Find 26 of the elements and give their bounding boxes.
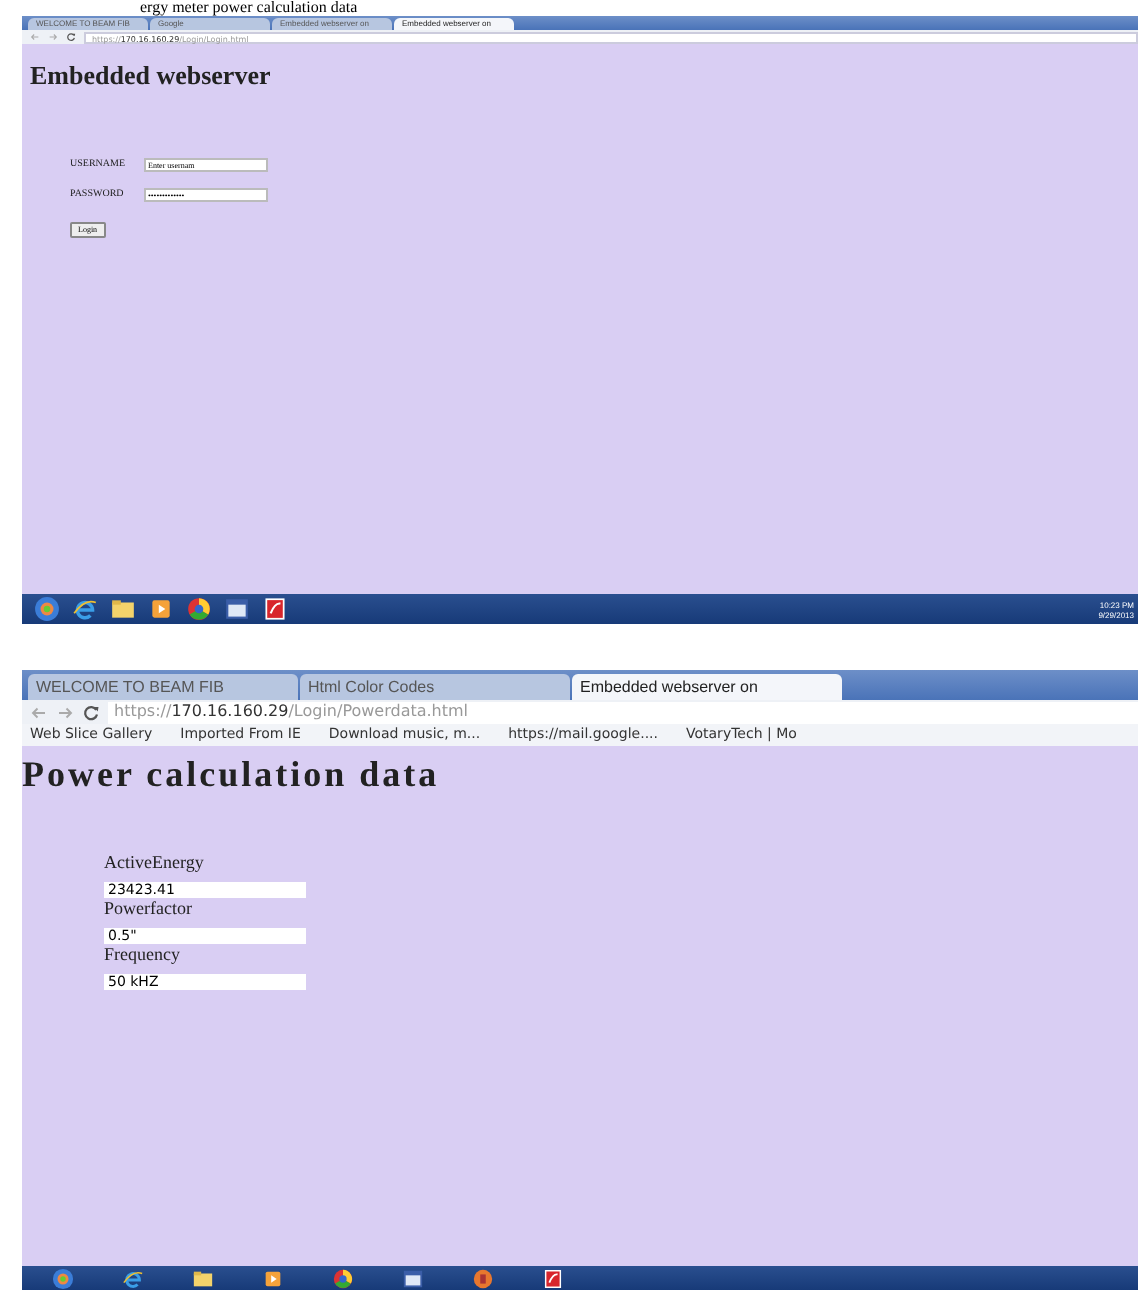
- reload-icon[interactable]: [82, 703, 100, 721]
- browser-tab[interactable]: WELCOME TO BEAM FIB: [28, 674, 298, 700]
- reload-icon[interactable]: [66, 32, 76, 42]
- start-orb-icon[interactable]: [33, 596, 59, 622]
- circle-icon[interactable]: [185, 596, 211, 622]
- browser-tab[interactable]: Embedded webserver on: [572, 674, 842, 700]
- app-icon[interactable]: [541, 1267, 563, 1289]
- caption-text: ergy meter power calculation data: [138, 0, 360, 16]
- page-heading: Embedded webserver: [30, 60, 273, 92]
- swirl-icon[interactable]: [71, 596, 97, 622]
- field-label: Powerfactor: [104, 897, 194, 920]
- window-icon[interactable]: [223, 596, 249, 622]
- swirl-icon[interactable]: [121, 1267, 143, 1289]
- folder-icon[interactable]: [109, 596, 135, 622]
- play-icon[interactable]: [261, 1267, 283, 1289]
- page-heading: Power calculation data: [22, 754, 442, 798]
- folder-icon[interactable]: [191, 1267, 213, 1289]
- start-orb-icon[interactable]: [51, 1267, 73, 1289]
- browser-tab[interactable]: Html Color Codes: [300, 674, 570, 700]
- field-label: ActiveEnergy: [104, 851, 206, 874]
- address-bar[interactable]: https://170.16.160.29/Login/Powerdata.html: [108, 701, 1138, 723]
- field-label: Frequency: [104, 943, 182, 966]
- play-icon[interactable]: [147, 596, 173, 622]
- app-icon[interactable]: [261, 596, 287, 622]
- circle-icon[interactable]: [331, 1267, 353, 1289]
- window-icon[interactable]: [401, 1267, 423, 1289]
